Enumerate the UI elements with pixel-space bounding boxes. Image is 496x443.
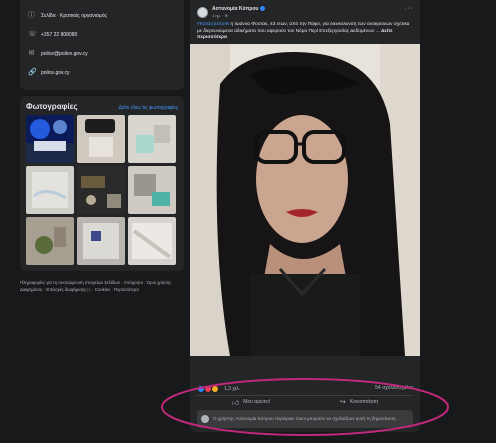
see-all-photos-link[interactable]: Δείτε όλες τις φωτογραφίες	[119, 105, 178, 111]
photo-thumb-seized[interactable]	[128, 166, 176, 214]
phone-icon: ☏	[28, 31, 37, 38]
thumbs-up-icon: 👍︎	[231, 399, 240, 407]
post-header: Αστυνομία Κύπρου 1 ημ. · ⊕ ···	[190, 0, 420, 22]
verified-badge-icon	[260, 6, 266, 12]
reactions-count[interactable]: 1,3 χιλ.	[224, 386, 240, 392]
photos-title[interactable]: Φωτογραφίες	[26, 102, 78, 111]
photo-thumb-green[interactable]	[26, 217, 74, 265]
link-icon: 🔗	[28, 69, 37, 76]
phone-row[interactable]: ☏ +357 22 808080	[26, 25, 178, 44]
comment-icon	[201, 415, 209, 423]
email-icon: ✉	[28, 50, 35, 57]
email-text[interactable]: police@police.gov.cy	[41, 51, 88, 57]
more-options-icon[interactable]: ···	[405, 5, 414, 12]
email-row[interactable]: ✉ police@police.gov.cy	[26, 44, 178, 63]
reactions-summary[interactable]: 1,3 χιλ.	[197, 385, 240, 393]
like-label: Μου αρέσει!	[243, 399, 271, 405]
comments-count[interactable]: 54 σχόλια/σχόλια	[375, 385, 413, 391]
category-row: ⓘ Σελίδα · Κρατικός οργανισμός	[26, 6, 178, 25]
post-stats: 1,3 χιλ. 54 σχόλια/σχόλια	[197, 385, 413, 395]
haha-reaction-icon	[211, 385, 219, 393]
post-photo[interactable]	[190, 44, 420, 356]
photo-thumb-packages[interactable]	[26, 166, 74, 214]
photo-thumb-items[interactable]	[77, 166, 125, 214]
photos-grid	[26, 115, 178, 265]
portrait-image	[190, 44, 420, 356]
share-button[interactable]: ↪ Κοινοποίηση	[305, 395, 413, 409]
photo-thumb-police-car[interactable]	[26, 115, 74, 163]
share-icon: ↪	[339, 399, 346, 406]
like-button[interactable]: 👍︎ Μου αρέσει!	[197, 395, 305, 409]
info-icon: ⓘ	[28, 12, 35, 19]
photo-thumb-evidence[interactable]	[128, 115, 176, 163]
photo-thumb-bags[interactable]	[128, 217, 176, 265]
photos-card: Φωτογραφίες Δείτε όλες τις φωτογραφίες	[20, 96, 184, 271]
website-row[interactable]: 🔗 police.gov.cy	[26, 63, 178, 82]
left-column: ⓘ Σελίδα · Κρατικός οργανισμός ☏ +357 22…	[20, 0, 184, 293]
post-body: η Ιωάννα Φουτάκ, 43 ετών, από την Πάφο, …	[197, 22, 410, 34]
category-text: Σελίδα · Κρατικός οργανισμός	[41, 12, 108, 19]
page-footer-links[interactable]: Πληροφορίες για τη συσσώρευση στοιχείων …	[20, 279, 184, 293]
post-author[interactable]: Αστυνομία Κύπρου	[212, 6, 266, 12]
share-label: Κοινοποίηση	[349, 399, 379, 405]
page-avatar[interactable]	[197, 7, 208, 18]
post-text: #ΚαταζητείταιΝ η Ιωάννα Φουτάκ, 43 ετών,…	[190, 22, 420, 44]
photos-header: Φωτογραφίες Δείτε όλες τις φωτογραφίες	[26, 102, 178, 111]
post-hashtag[interactable]: #ΚαταζητείταιΝ	[197, 22, 229, 27]
website-link[interactable]: police.gov.cy	[41, 70, 70, 76]
comments-restricted-notice: Ο χρήστης Αστυνομία Κύπρου περιόρισε ποι…	[197, 410, 413, 428]
phone-text[interactable]: +357 22 808080	[41, 32, 77, 38]
post-time[interactable]: 1 ημ. · ⊕	[212, 13, 228, 18]
post-author-name[interactable]: Αστυνομία Κύπρου	[212, 6, 258, 12]
post-card: Αστυνομία Κύπρου 1 ημ. · ⊕ ··· #Καταζητε…	[190, 0, 420, 432]
post-actions: 👍︎ Μου αρέσει! ↪ Κοινοποίηση	[197, 395, 413, 409]
photo-thumb-plastic[interactable]	[77, 217, 125, 265]
about-card: ⓘ Σελίδα · Κρατικός οργανισμός ☏ +357 22…	[20, 0, 184, 90]
photo-thumb-bag[interactable]	[77, 115, 125, 163]
notice-text: Ο χρήστης Αστυνομία Κύπρου περιόρισε ποι…	[213, 416, 397, 421]
